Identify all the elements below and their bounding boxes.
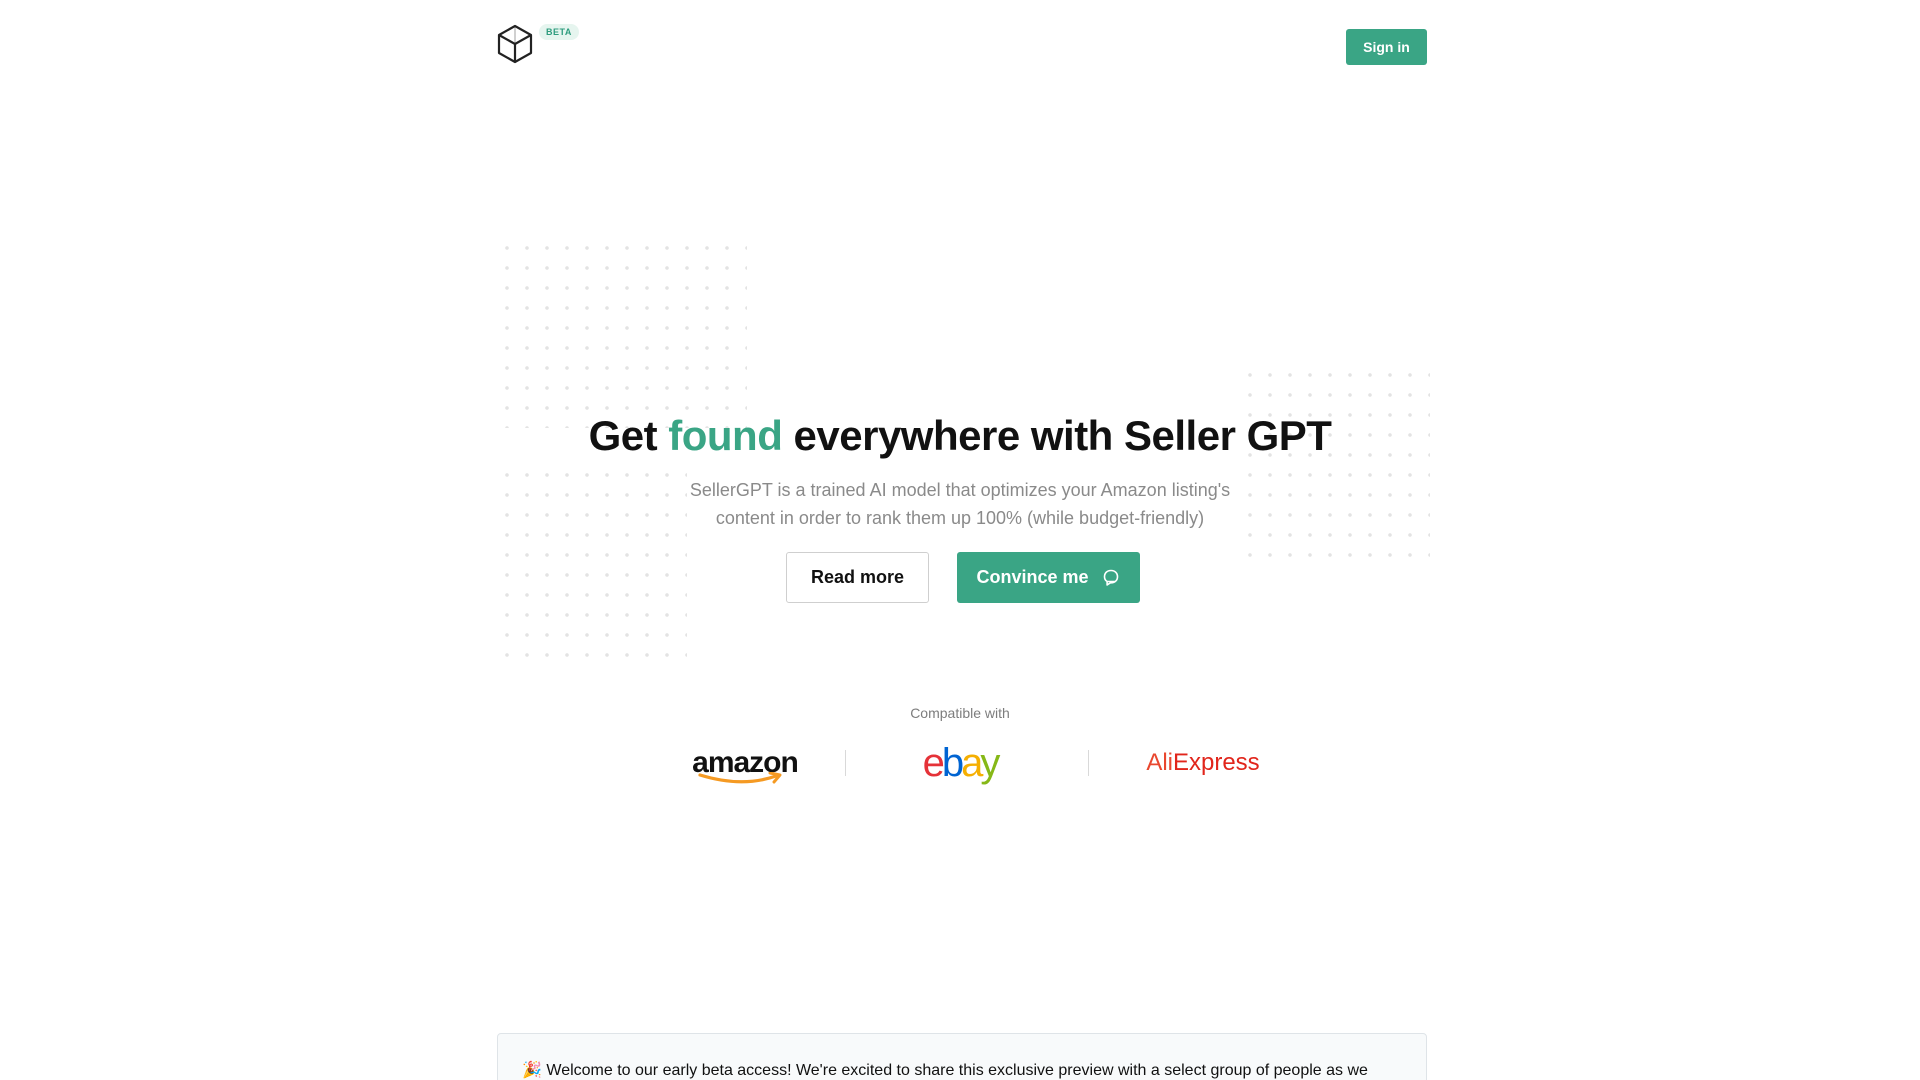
hero-subtitle-line-2: content in order to rank them up 100% (w…	[715, 508, 1205, 528]
ebay-letter-a: a	[961, 741, 983, 785]
marketplace-logos: amazon ebay AliExpress	[640, 738, 1280, 788]
sign-in-button[interactable]: Sign in	[1346, 29, 1427, 65]
dot-grid-bottom-left	[497, 465, 687, 665]
hero-title-accent: found	[668, 412, 783, 459]
party-popper-icon: 🎉	[522, 1062, 542, 1079]
dot-grid-right	[1240, 365, 1430, 565]
convince-me-label: Convince me	[976, 567, 1089, 587]
beta-notice-text: 🎉 Welcome to our early beta access! We'r…	[522, 1060, 1368, 1080]
hero-subtitle: SellerGPT is a trained AI model that opt…	[660, 476, 1260, 532]
dot-grid-top-left	[497, 238, 747, 428]
hero-title: Get found everywhere with Seller GPT	[0, 412, 1920, 460]
amazon-logo: amazon	[640, 738, 850, 788]
aliexpress-wordmark: AliExpress	[1146, 751, 1259, 775]
page: BETA Sign in Get found everywhere with S…	[0, 0, 1920, 1080]
beta-badge: BETA	[539, 24, 579, 40]
aliexpress-logo: AliExpress	[1098, 738, 1308, 788]
hero-title-end: everywhere with Seller GPT	[782, 412, 1332, 459]
chat-bubble-icon	[1103, 569, 1118, 586]
hero-subtitle-line-1: SellerGPT is a trained AI model that opt…	[689, 480, 1231, 500]
aliexpress-express: Express	[1172, 749, 1260, 776]
aliexpress-ali: Ali	[1146, 749, 1173, 776]
amazon-wordmark: amazon	[692, 748, 799, 784]
logo-divider	[1088, 750, 1089, 776]
logo-divider	[845, 750, 846, 776]
header: BETA Sign in	[497, 22, 1427, 72]
beta-notice-banner: 🎉 Welcome to our early beta access! We'r…	[497, 1033, 1427, 1080]
compatible-with-label: Compatible with	[910, 705, 1010, 721]
read-more-label: Read more	[810, 567, 905, 587]
cube-icon[interactable]	[497, 24, 533, 64]
ebay-letter-y: y	[980, 741, 1000, 785]
read-more-button[interactable]: Read more	[786, 552, 929, 603]
ebay-logo: ebay	[855, 738, 1065, 788]
ebay-wordmark: ebay	[922, 741, 1001, 785]
beta-notice-message: Welcome to our early beta access! We're …	[546, 1062, 1368, 1079]
convince-me-button[interactable]: Convince me	[957, 552, 1140, 603]
ebay-letter-b: b	[941, 741, 964, 785]
hero-title-start: Get	[588, 412, 669, 459]
amazon-smile-icon	[698, 772, 782, 784]
ebay-letter-e: e	[922, 741, 945, 785]
